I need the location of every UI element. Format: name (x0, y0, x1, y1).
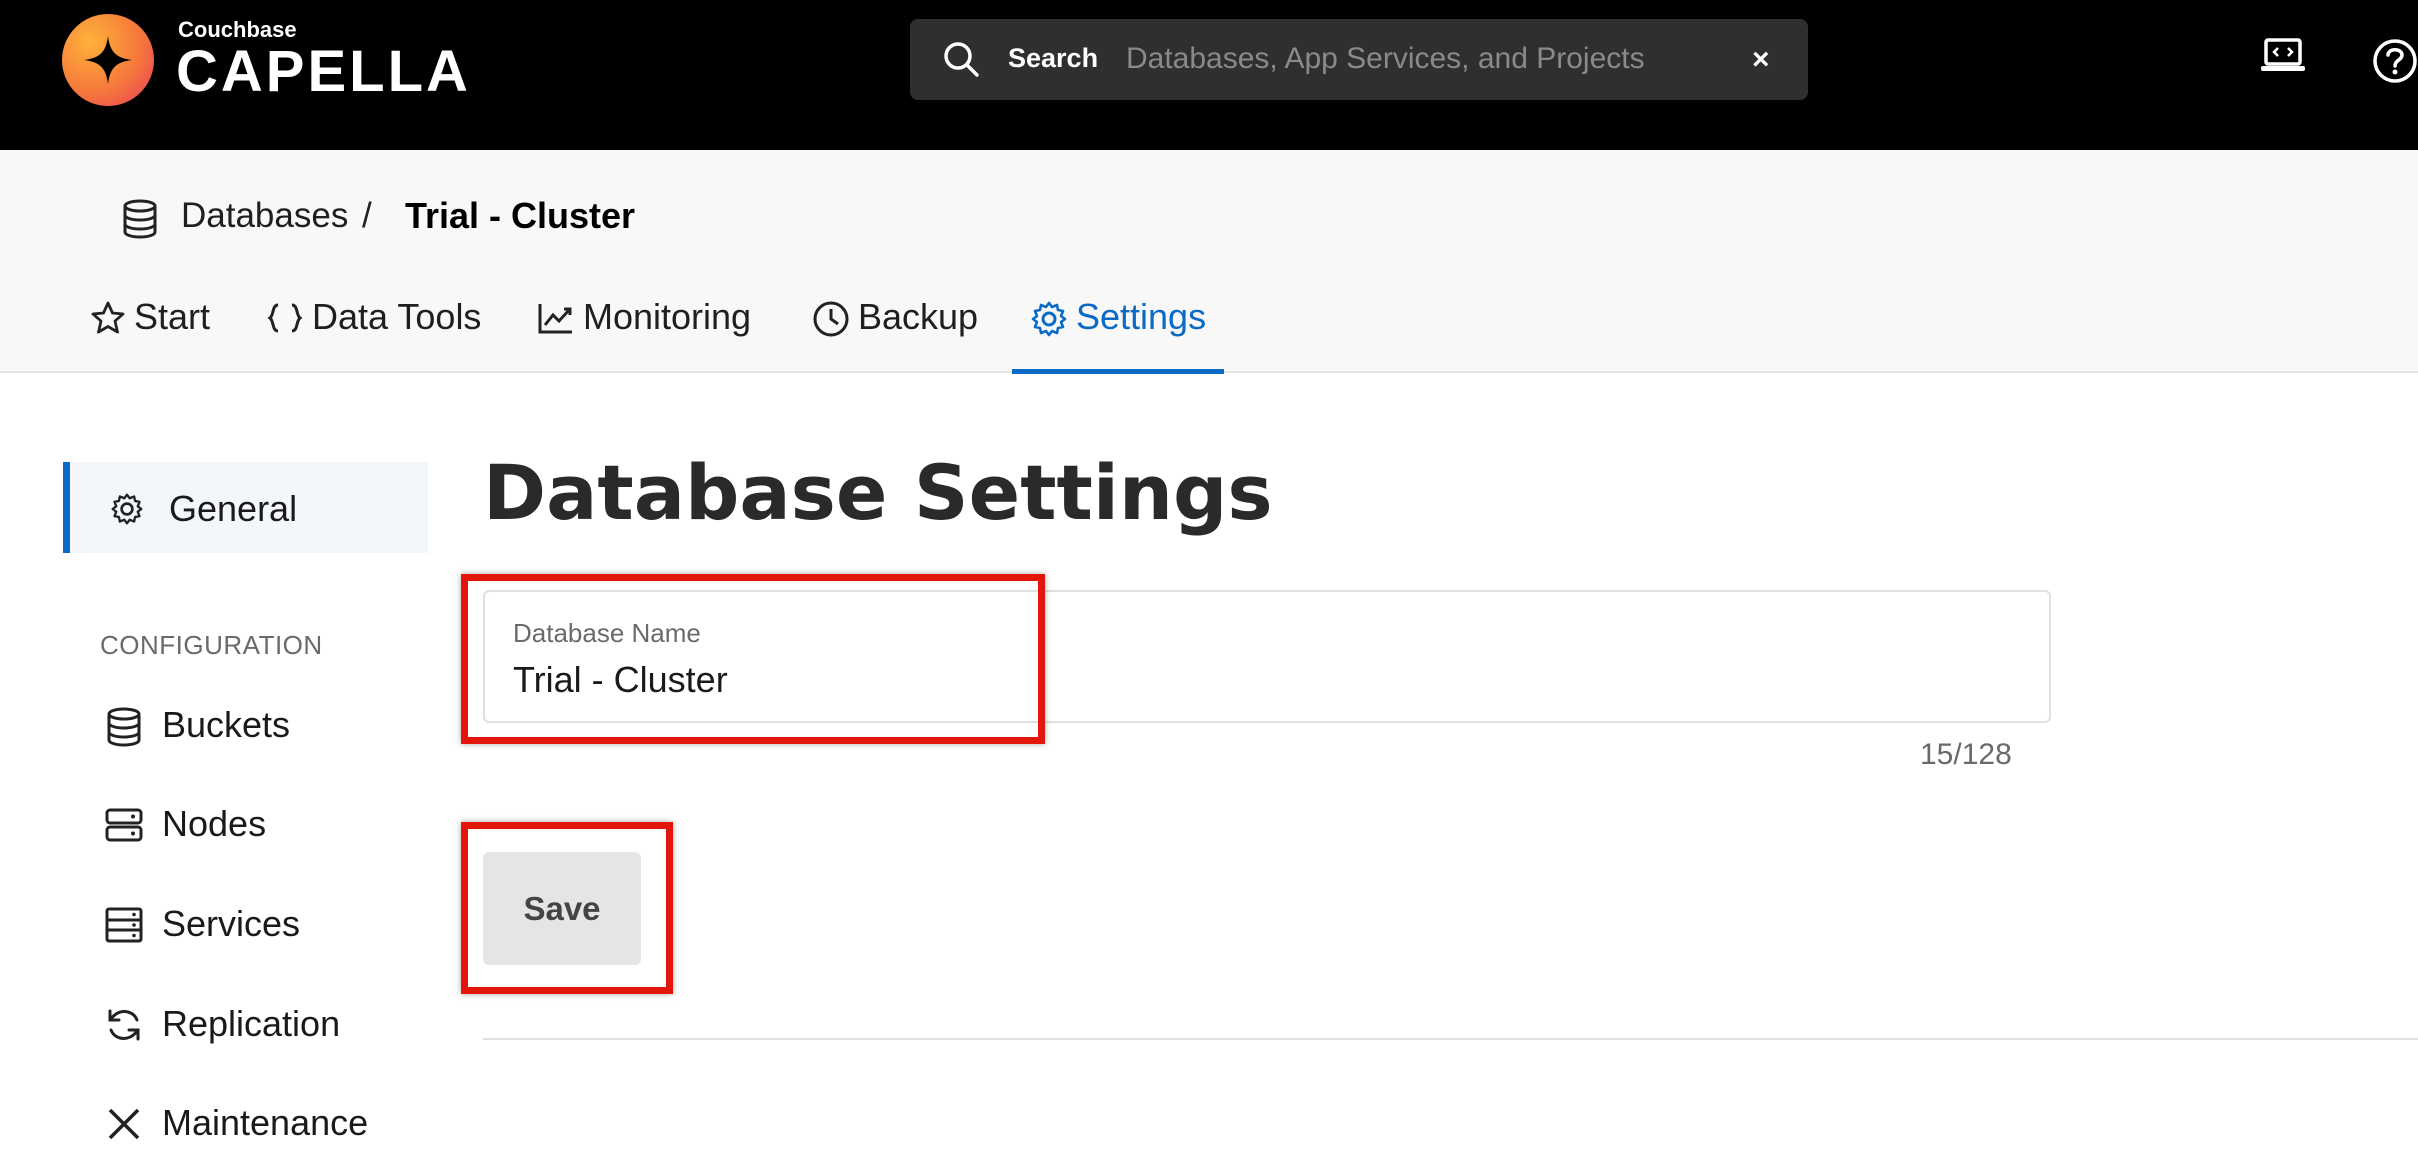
tab-backup[interactable]: Backup (812, 296, 978, 373)
highlight-box (461, 822, 673, 994)
gear-icon (110, 492, 144, 531)
tab-label: Start (134, 296, 211, 337)
character-counter: 15/128 (1920, 738, 2012, 771)
search-clear-button[interactable]: × (1752, 43, 1770, 77)
brand-big: CAPELLA (176, 39, 471, 104)
sidebar-item-label: Services (162, 903, 301, 944)
chart-line-icon (537, 300, 575, 341)
database-icon (120, 198, 160, 245)
sidebar-item-label: Maintenance (162, 1102, 369, 1143)
page-title: Database Settings (483, 448, 1273, 537)
sidebar-item-label: Nodes (162, 803, 267, 844)
sidebar-section-heading: CONFIGURATION (100, 630, 323, 660)
server-icon (104, 805, 144, 850)
tab-monitoring[interactable]: Monitoring (537, 296, 751, 373)
tab-label: Backup (858, 296, 979, 337)
tab-label: Settings (1076, 296, 1207, 337)
tab-data-tools[interactable]: Data Tools (266, 296, 481, 373)
star-icon (90, 300, 126, 341)
clock-icon (812, 300, 850, 343)
sidebar-item-label: General (169, 488, 298, 529)
search-input[interactable] (1126, 35, 1686, 83)
tab-settings[interactable]: Settings (1011, 296, 1225, 374)
highlight-box (461, 574, 1045, 744)
global-search[interactable]: Search × (910, 19, 1808, 100)
tab-label: Data Tools (312, 296, 482, 337)
braces-icon (266, 300, 304, 341)
sidebar-item-label: Replication (162, 1003, 341, 1044)
divider (483, 1038, 2418, 1040)
sidebar-item-general[interactable]: General (63, 462, 428, 553)
capella-logo-icon[interactable] (62, 14, 154, 106)
help-icon[interactable] (2372, 38, 2418, 89)
database-header: Databases / Trial - Cluster Start Data T… (0, 150, 2418, 374)
breadcrumb-databases-link[interactable]: Databases (181, 196, 348, 236)
search-label: Search (1008, 43, 1099, 73)
tab-start[interactable]: Start (90, 296, 210, 373)
breadcrumb-separator: / (362, 196, 372, 235)
breadcrumb-current: Trial - Cluster (405, 195, 636, 236)
services-icon (104, 905, 144, 950)
laptop-code-icon[interactable] (2260, 36, 2306, 81)
search-icon (942, 40, 980, 83)
sync-icon (104, 1005, 144, 1050)
database-icon (104, 706, 144, 753)
sidebar-item-label: Buckets (162, 704, 291, 745)
tools-icon (104, 1104, 144, 1149)
tab-label: Monitoring (583, 296, 752, 337)
gear-icon (1030, 300, 1068, 343)
top-bar: Couchbase CAPELLA Search × (0, 0, 2418, 150)
